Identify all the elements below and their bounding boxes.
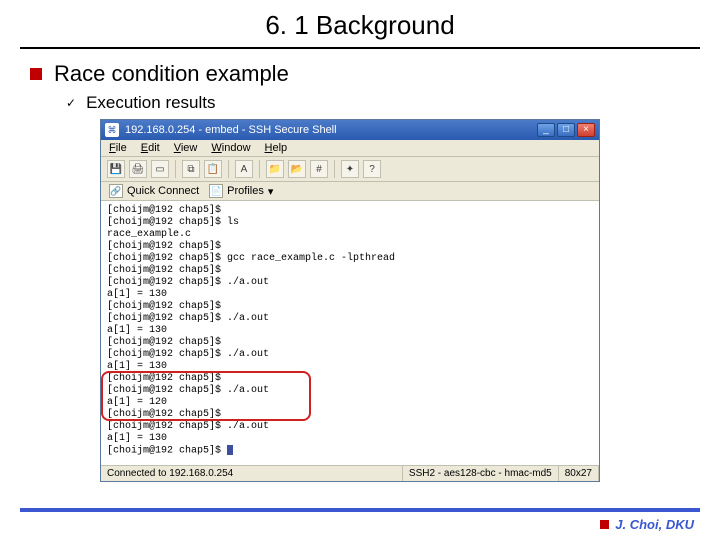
menu-window[interactable]: Window: [211, 142, 250, 154]
menu-edit[interactable]: Edit: [141, 142, 160, 154]
chevron-down-icon: ▾: [268, 185, 274, 198]
term-line: [choijm@192 chap5]$: [107, 301, 593, 313]
bullet-level2: ✓ Execution results: [66, 93, 690, 113]
square-bullet-icon: [600, 520, 609, 529]
menu-help[interactable]: Help: [265, 142, 288, 154]
hash-icon[interactable]: #: [310, 160, 328, 178]
profile-icon: 📄: [209, 184, 223, 198]
window-titlebar[interactable]: ⌘ 192.168.0.254 - embed - SSH Secure She…: [101, 120, 599, 140]
menu-bar: File Edit View Window Help: [101, 140, 599, 157]
cursor-icon: [227, 445, 233, 455]
paste-icon[interactable]: 📋: [204, 160, 222, 178]
bullet1-text: Race condition example: [54, 61, 289, 87]
term-line: [choijm@192 chap5]$: [107, 265, 593, 277]
term-line: [choijm@192 chap5]$ ./a.out: [107, 277, 593, 289]
close-button[interactable]: ×: [577, 123, 595, 137]
terminal-output[interactable]: [choijm@192 chap5]$ [choijm@192 chap5]$ …: [101, 201, 599, 465]
menu-file[interactable]: File: [109, 142, 127, 154]
ssh-window: ⌘ 192.168.0.254 - embed - SSH Secure She…: [100, 119, 600, 482]
term-line: a[1] = 130: [107, 289, 593, 301]
profiles-label: Profiles: [227, 185, 264, 197]
status-protocol: SSH2 - aes128-cbc - hmac-md5: [403, 466, 559, 481]
sparkle-icon[interactable]: ✦: [341, 160, 359, 178]
menu-view[interactable]: View: [174, 142, 198, 154]
font-icon[interactable]: A: [235, 160, 253, 178]
toolbar-separator: [175, 160, 176, 178]
print-icon[interactable]: 🖨: [129, 160, 147, 178]
term-line: [choijm@192 chap5]$: [107, 409, 593, 421]
folder1-icon[interactable]: 📁: [266, 160, 284, 178]
term-line: [choijm@192 chap5]$ ./a.out: [107, 349, 593, 361]
square-bullet-icon: [30, 68, 42, 80]
term-line: [choijm@192 chap5]$: [107, 205, 593, 217]
toolbar-separator: [334, 160, 335, 178]
term-line: a[1] = 130: [107, 325, 593, 337]
status-size: 80x27: [559, 466, 599, 481]
term-line: a[1] = 130: [107, 361, 593, 373]
term-line: [choijm@192 chap5]$: [107, 445, 593, 458]
maximize-button[interactable]: □: [557, 123, 575, 137]
quick-bar: 🔗 Quick Connect 📄 Profiles ▾: [101, 182, 599, 201]
author-text: J. Choi, DKU: [615, 517, 694, 532]
footer-divider: [20, 508, 700, 512]
new-icon[interactable]: ▭: [151, 160, 169, 178]
term-line: a[1] = 130: [107, 433, 593, 445]
status-connection: Connected to 192.168.0.254: [101, 466, 403, 481]
quick-connect-label: Quick Connect: [127, 185, 199, 197]
term-line: race_example.c: [107, 229, 593, 241]
term-line: [choijm@192 chap5]$ ./a.out: [107, 421, 593, 433]
link-icon: 🔗: [109, 184, 123, 198]
term-line: [choijm@192 chap5]$ ./a.out: [107, 313, 593, 325]
term-line: [choijm@192 chap5]$: [107, 373, 593, 385]
window-buttons: _ □ ×: [537, 123, 595, 137]
folder2-icon[interactable]: 📂: [288, 160, 306, 178]
term-line: [choijm@192 chap5]$ ./a.out: [107, 385, 593, 397]
toolbar: 💾 🖨 ▭ ⧉ 📋 A 📁 📂 # ✦ ?: [101, 157, 599, 182]
status-bar: Connected to 192.168.0.254 SSH2 - aes128…: [101, 465, 599, 481]
footer-author: J. Choi, DKU: [600, 517, 694, 532]
page-title: 6. 1 Background: [0, 0, 720, 47]
term-line: [choijm@192 chap5]$ gcc race_example.c -…: [107, 253, 593, 265]
copy-icon[interactable]: ⧉: [182, 160, 200, 178]
toolbar-separator: [259, 160, 260, 178]
content-area: Race condition example ✓ Execution resul…: [0, 61, 720, 482]
save-icon[interactable]: 💾: [107, 160, 125, 178]
window-title: 192.168.0.254 - embed - SSH Secure Shell: [125, 124, 337, 136]
title-divider: [20, 47, 700, 49]
quick-connect[interactable]: 🔗 Quick Connect: [109, 184, 199, 198]
help-icon[interactable]: ?: [363, 160, 381, 178]
profiles-dropdown[interactable]: 📄 Profiles ▾: [209, 184, 273, 198]
term-line: a[1] = 120: [107, 397, 593, 409]
term-line: [choijm@192 chap5]$: [107, 337, 593, 349]
check-icon: ✓: [66, 96, 76, 110]
toolbar-separator: [228, 160, 229, 178]
bullet-level1: Race condition example: [30, 61, 690, 87]
minimize-button[interactable]: _: [537, 123, 555, 137]
bullet2-text: Execution results: [86, 93, 215, 113]
term-line: [choijm@192 chap5]$: [107, 241, 593, 253]
term-line: [choijm@192 chap5]$ ls: [107, 217, 593, 229]
app-icon: ⌘: [105, 123, 119, 137]
